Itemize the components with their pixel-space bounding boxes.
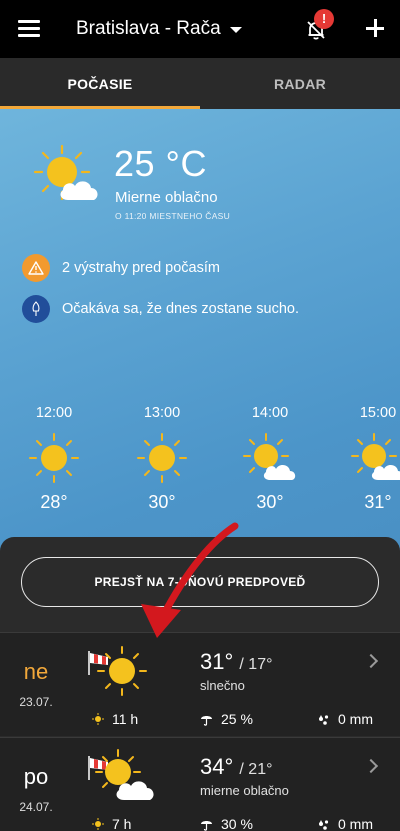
tab-radar[interactable]: RADAR xyxy=(200,58,400,109)
current-description: Mierne oblačno xyxy=(115,189,218,206)
sunshine-hours: 7 h xyxy=(92,816,131,831)
hour-temperature: 30° xyxy=(148,492,176,512)
sun-with-windsock-icon xyxy=(88,646,147,696)
dry-umbrella-icon xyxy=(22,295,50,323)
tab-weather[interactable]: POČASIE xyxy=(0,58,200,109)
day-description: mierne oblačno xyxy=(200,783,289,798)
warning-icon xyxy=(22,254,50,282)
umbrella-icon xyxy=(201,820,212,831)
chevron-right-icon xyxy=(363,653,379,669)
sun-cloud-icon xyxy=(351,433,400,480)
day-name: ne xyxy=(23,659,49,684)
hour-time: 15:00 xyxy=(359,405,397,421)
hour-temperature: 30° xyxy=(256,492,284,512)
dropdown-caret-icon xyxy=(229,27,242,33)
day-row[interactable]: ne 23.07. 31° / 17° slnečno 11 h 25 % 0 … xyxy=(0,632,400,736)
day-date: 23.07. xyxy=(19,695,53,709)
rain-chance: 30 % xyxy=(200,816,253,831)
hour-time: 13:00 xyxy=(143,405,181,421)
current-time-note: O 11:20 MIESTNEHO ČASU xyxy=(115,211,231,221)
alerts-text: 2 výstrahy pred počasím xyxy=(62,260,220,276)
day-description: slnečno xyxy=(200,678,245,693)
day-temperatures: 34° / 21° xyxy=(200,754,273,780)
small-sun-icon xyxy=(92,818,104,830)
hourly-forecast[interactable]: 12:00 28° 13:00 30° 14:00 30° 15:00 31° xyxy=(0,405,400,535)
hour-item[interactable]: 14:00 30° xyxy=(240,405,300,513)
precipitation-amount: 0 mm xyxy=(318,711,373,727)
sun-icon xyxy=(29,433,79,483)
rain-chance: 25 % xyxy=(200,711,253,727)
day-row[interactable]: po 24.07. 34° / 21° mierne oblačno 7 h 3… xyxy=(0,737,400,831)
small-sun-icon xyxy=(92,713,104,725)
weather-alerts-row[interactable]: 2 výstrahy pred počasím xyxy=(22,254,220,282)
add-location-icon[interactable] xyxy=(364,17,386,39)
notification-badge: ! xyxy=(314,9,334,29)
precipitation-note-row[interactable]: Očakáva sa, že dnes zostane sucho. xyxy=(22,295,299,323)
sun-icon xyxy=(137,433,187,483)
hamburger-menu-icon[interactable] xyxy=(18,20,40,38)
raindrops-icon xyxy=(319,714,329,725)
location-selector[interactable]: Bratislava - Rača xyxy=(76,18,242,40)
day-min-temp: / 17° xyxy=(239,656,273,673)
current-temperature: 25 °C xyxy=(114,143,207,184)
top-app-bar: Bratislava - Rača ! xyxy=(0,0,400,58)
day-min-temp: / 21° xyxy=(239,761,273,778)
hour-item[interactable]: 12:00 28° xyxy=(24,405,84,513)
hour-temperature: 31° xyxy=(364,492,392,512)
precipitation-note-text: Očakáva sa, že dnes zostane sucho. xyxy=(62,301,299,317)
precipitation-amount: 0 mm xyxy=(318,816,373,831)
sun-cloud-icon xyxy=(33,144,98,201)
weather-app: Bratislava - Rača ! POČASIE RADAR 25 °C … xyxy=(0,0,400,831)
tab-bar: POČASIE RADAR xyxy=(0,58,400,109)
sunshine-hours: 11 h xyxy=(92,711,138,727)
seven-day-forecast-button[interactable]: PREJSŤ NA 7-DŇOVÚ PREDPOVEĎ xyxy=(21,557,379,607)
hour-temperature: 28° xyxy=(40,492,68,512)
day-max-temp: 34° xyxy=(200,754,234,779)
sun-cloud-icon xyxy=(243,433,296,480)
hour-item[interactable]: 13:00 30° xyxy=(132,405,192,513)
chevron-right-icon xyxy=(363,758,379,774)
raindrops-icon xyxy=(319,819,329,830)
umbrella-icon xyxy=(201,715,212,726)
sun-cloud-with-windsock-icon xyxy=(88,749,154,800)
day-name: po xyxy=(23,764,49,789)
day-max-temp: 31° xyxy=(200,649,234,674)
day-temperatures: 31° / 17° xyxy=(200,649,273,675)
hour-time: 14:00 xyxy=(251,405,289,421)
hour-item[interactable]: 15:00 31° xyxy=(348,405,400,513)
day-date: 24.07. xyxy=(19,800,53,814)
location-name: Bratislava - Rača xyxy=(76,18,221,39)
hour-time: 12:00 xyxy=(35,405,73,421)
